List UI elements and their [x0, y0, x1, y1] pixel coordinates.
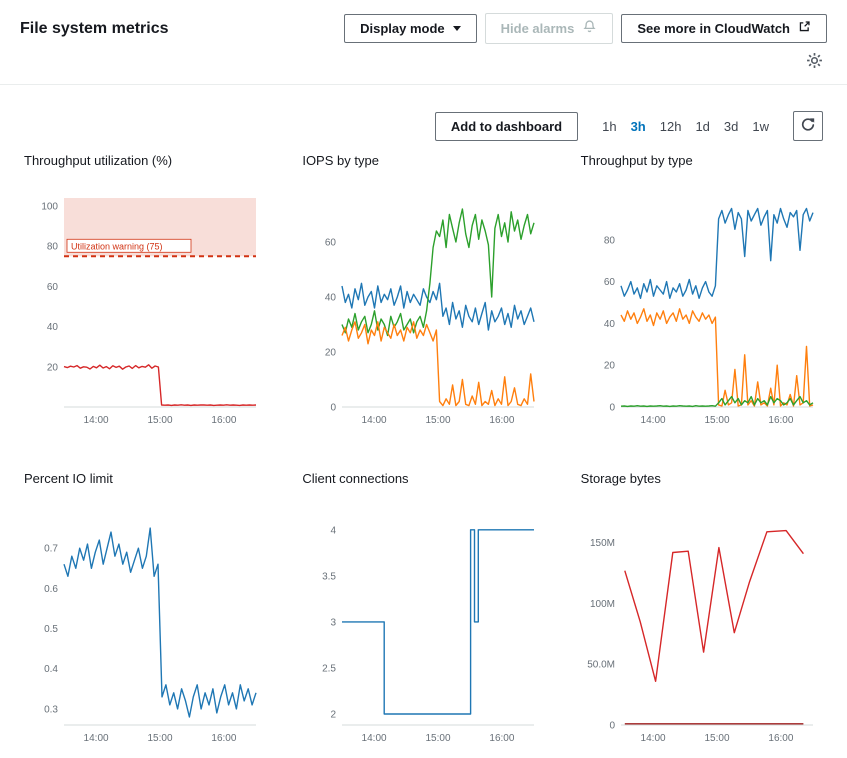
chart-title: IOPS by type: [302, 153, 544, 168]
charts-grid: Throughput utilization (%) 2040608010014…: [24, 153, 823, 749]
display-mode-label: Display mode: [360, 20, 445, 37]
svg-text:40: 40: [325, 293, 337, 304]
svg-text:2.5: 2.5: [322, 663, 336, 674]
client-connections-plot: 2 2.5 3 3.5 4 14:00 15:00 16:00: [302, 494, 544, 749]
svg-text:14:00: 14:00: [362, 415, 387, 426]
svg-text:150M: 150M: [590, 538, 615, 549]
svg-text:15:00: 15:00: [426, 415, 451, 426]
hide-alarms-button[interactable]: Hide alarms: [485, 13, 614, 44]
chart-throughput-utilization: Throughput utilization (%) 20 40 60 80 100 14…: [24, 153, 266, 431]
svg-text:16:00: 16:00: [768, 415, 793, 426]
svg-text:16:00: 16:00: [490, 415, 515, 426]
time-range-1h[interactable]: 1h: [602, 119, 616, 134]
svg-text:0: 0: [331, 403, 337, 414]
time-range-3d[interactable]: 3d: [724, 119, 738, 134]
storage-bytes-plot: 0 50.0M 100M 150M 14:00 15:00 16:00: [581, 494, 823, 749]
external-link-icon: [798, 20, 811, 37]
svg-text:0.5: 0.5: [44, 624, 58, 635]
header-actions: Display mode Hide alarms See more in Clo…: [344, 13, 827, 44]
chart-title: Client connections: [302, 471, 544, 486]
svg-text:20: 20: [604, 361, 616, 372]
svg-text:80: 80: [604, 235, 616, 246]
chevron-down-icon: [453, 26, 461, 31]
chart-title: Throughput utilization (%): [24, 153, 266, 168]
svg-text:Utilization warning (75): Utilization warning (75): [71, 241, 163, 251]
time-range-selector: 1h 3h 12h 1d 3d 1w: [602, 119, 769, 134]
refresh-button[interactable]: [793, 111, 823, 141]
svg-text:16:00: 16:00: [211, 733, 236, 744]
see-more-cloudwatch-button[interactable]: See more in CloudWatch: [621, 14, 827, 43]
chart-client-connections: Client connections 2 2.5 3 3.5 4 14:00 15:00 16…: [302, 471, 544, 749]
svg-text:15:00: 15:00: [147, 415, 172, 426]
svg-text:60: 60: [604, 277, 616, 288]
chart-title: Percent IO limit: [24, 471, 266, 486]
svg-text:0: 0: [609, 403, 615, 414]
svg-text:50.0M: 50.0M: [587, 660, 615, 671]
svg-text:100: 100: [41, 202, 58, 213]
gear-icon: [806, 52, 823, 72]
svg-text:0: 0: [609, 721, 615, 732]
svg-text:3.5: 3.5: [322, 571, 336, 582]
charts-toolbar: Add to dashboard 1h 3h 12h 1d 3d 1w: [24, 111, 823, 141]
svg-text:15:00: 15:00: [426, 733, 451, 744]
svg-text:2: 2: [331, 709, 337, 720]
svg-text:14:00: 14:00: [84, 733, 109, 744]
chart-iops-by-type: IOPS by type 0 20 40 60 14:00 15:00 16:00: [302, 153, 544, 431]
svg-text:0.3: 0.3: [44, 704, 58, 715]
throughput-utilization-plot: 20 40 60 80 100 14:00 15:00 16:00 Utilization wa…: [24, 176, 266, 431]
svg-text:80: 80: [47, 242, 59, 253]
svg-text:20: 20: [47, 362, 59, 373]
time-range-1d[interactable]: 1d: [695, 119, 709, 134]
time-range-3h[interactable]: 3h: [631, 119, 646, 134]
svg-text:14:00: 14:00: [362, 733, 387, 744]
svg-text:16:00: 16:00: [211, 415, 236, 426]
svg-text:16:00: 16:00: [768, 733, 793, 744]
svg-text:4: 4: [331, 525, 337, 536]
page-title: File system metrics: [20, 20, 169, 38]
svg-text:60: 60: [47, 282, 59, 293]
time-range-12h[interactable]: 12h: [660, 119, 682, 134]
add-to-dashboard-button[interactable]: Add to dashboard: [435, 112, 578, 141]
svg-text:100M: 100M: [590, 599, 615, 610]
svg-text:15:00: 15:00: [704, 415, 729, 426]
page-header: File system metrics Display mode Hide al…: [0, 0, 847, 48]
svg-text:3: 3: [331, 617, 337, 628]
percent-io-limit-plot: 0.3 0.4 0.5 0.6 0.7 14:00 15:00 16:00: [24, 494, 266, 749]
see-more-cloudwatch-label: See more in CloudWatch: [637, 20, 790, 37]
file-system-metrics-page: File system metrics Display mode Hide al…: [0, 0, 847, 758]
metrics-panel: Add to dashboard 1h 3h 12h 1d 3d 1w: [0, 85, 847, 749]
svg-text:14:00: 14:00: [640, 415, 665, 426]
svg-text:40: 40: [47, 322, 59, 333]
bell-icon: [582, 19, 597, 38]
display-mode-button[interactable]: Display mode: [344, 14, 477, 43]
refresh-icon: [800, 117, 816, 136]
svg-text:60: 60: [325, 238, 337, 249]
svg-text:0.7: 0.7: [44, 544, 58, 555]
hide-alarms-label: Hide alarms: [501, 20, 575, 37]
svg-text:0.6: 0.6: [44, 584, 58, 595]
svg-text:14:00: 14:00: [84, 415, 109, 426]
svg-text:14:00: 14:00: [640, 733, 665, 744]
svg-text:40: 40: [604, 319, 616, 330]
chart-title: Storage bytes: [581, 471, 823, 486]
iops-by-type-plot: 0 20 40 60 14:00 15:00 16:00: [302, 176, 544, 431]
svg-text:15:00: 15:00: [147, 733, 172, 744]
chart-title: Throughput by type: [581, 153, 823, 168]
time-range-1w[interactable]: 1w: [752, 119, 769, 134]
svg-text:15:00: 15:00: [704, 733, 729, 744]
chart-percent-io-limit: Percent IO limit 0.3 0.4 0.5 0.6 0.7 14:00 15:…: [24, 471, 266, 749]
chart-throughput-by-type: Throughput by type 0 20 40 60 80 14:00 15:00 16…: [581, 153, 823, 431]
svg-text:20: 20: [325, 348, 337, 359]
svg-text:16:00: 16:00: [490, 733, 515, 744]
svg-text:0.4: 0.4: [44, 664, 58, 675]
header-sub-row: [0, 48, 847, 84]
chart-storage-bytes: Storage bytes 0 50.0M 100M 150M 14:00 15:00 16…: [581, 471, 823, 749]
settings-button[interactable]: [804, 50, 825, 74]
throughput-by-type-plot: 0 20 40 60 80 14:00 15:00 16:00: [581, 176, 823, 431]
